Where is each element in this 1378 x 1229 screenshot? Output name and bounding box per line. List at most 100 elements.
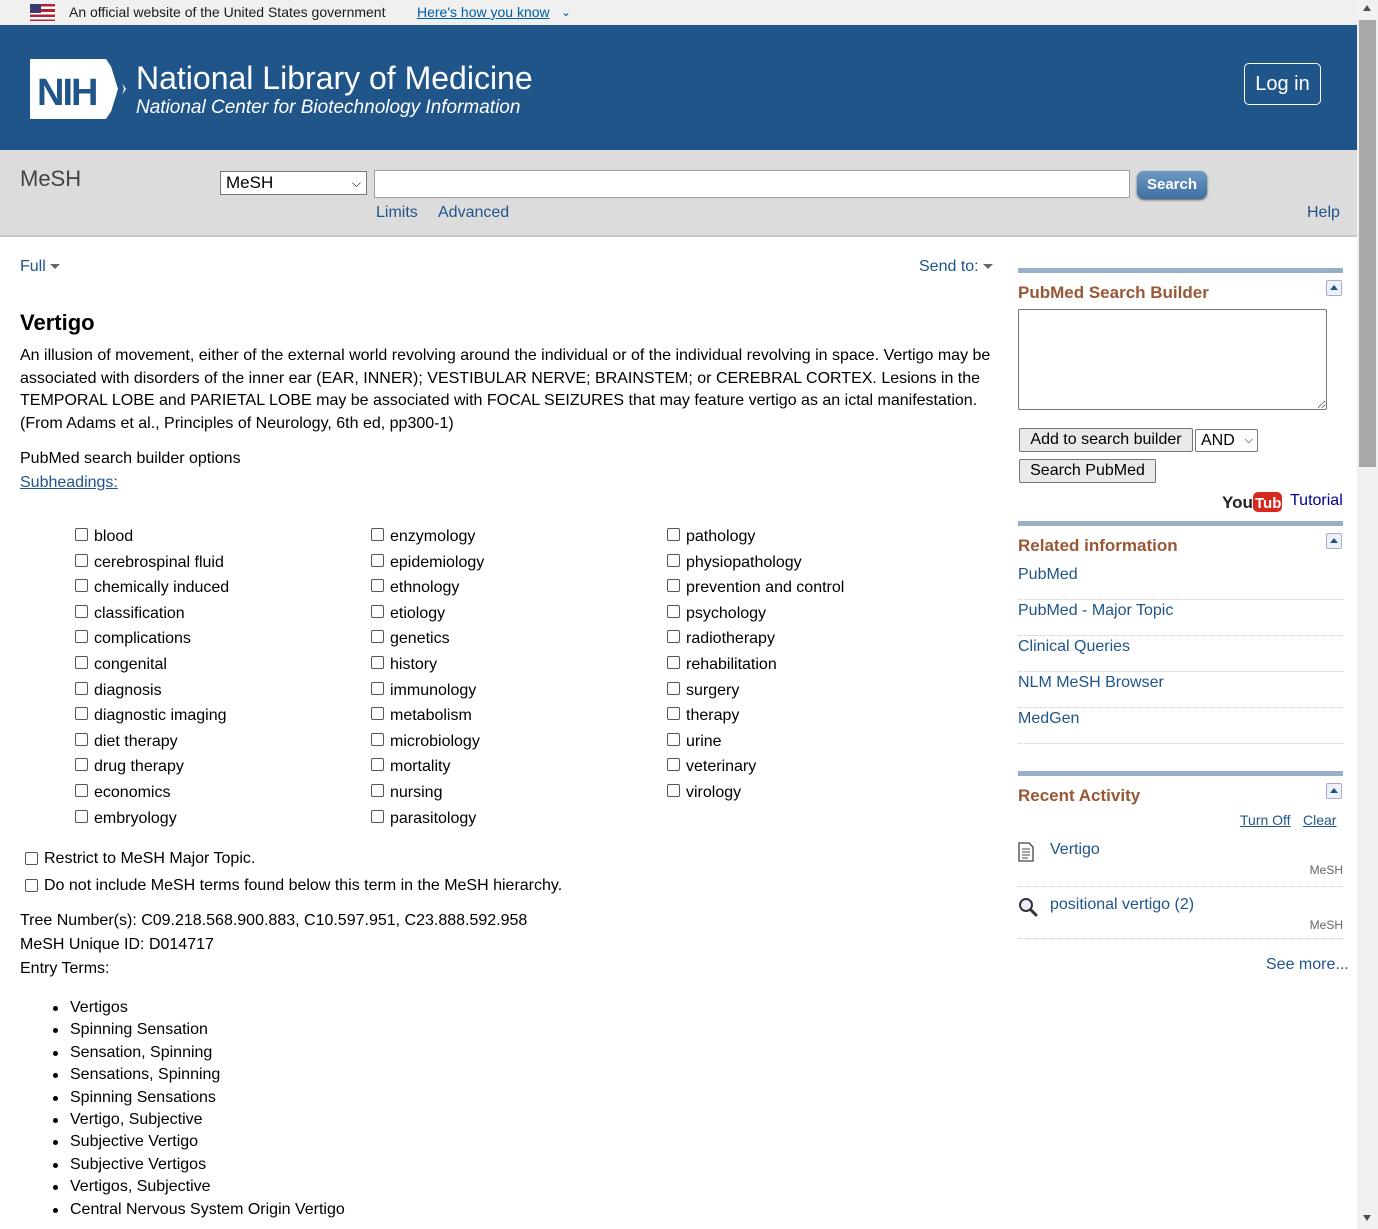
related-link-mesh-browser[interactable]: NLM MeSH Browser: [1018, 672, 1343, 708]
subheading-item[interactable]: enzymology: [371, 526, 484, 552]
login-button[interactable]: Log in: [1244, 63, 1321, 105]
subheading-item[interactable]: economics: [75, 782, 229, 808]
subheadings-link[interactable]: Subheadings:: [20, 474, 118, 492]
collapse-icon[interactable]: [1326, 533, 1342, 549]
checkbox[interactable]: [371, 528, 384, 541]
subheading-item[interactable]: diagnostic imaging: [75, 705, 229, 731]
checkbox[interactable]: [371, 809, 384, 823]
recent-item[interactable]: positional vertigo (2) MeSH: [1018, 896, 1343, 939]
checkbox[interactable]: [371, 630, 384, 644]
checkbox[interactable]: [75, 732, 88, 746]
subheading-item[interactable]: metabolism: [371, 705, 484, 731]
send-to-dropdown[interactable]: Send to:: [919, 258, 993, 276]
no-explode-option[interactable]: Do not include MeSH terms found below th…: [25, 877, 562, 895]
checkbox[interactable]: [371, 758, 384, 772]
see-more-link[interactable]: See more...: [1266, 956, 1349, 974]
checkbox[interactable]: [371, 732, 384, 746]
turn-off-link[interactable]: Turn Off: [1240, 812, 1291, 828]
subheading-item[interactable]: immunology: [371, 680, 484, 706]
site-title[interactable]: National Library of Medicine: [136, 59, 533, 97]
checkbox[interactable]: [667, 681, 680, 695]
checkbox[interactable]: [667, 579, 680, 593]
subheading-item[interactable]: urine: [667, 731, 844, 757]
chevron-down-icon[interactable]: ⌄: [561, 0, 571, 25]
advanced-link[interactable]: Advanced: [438, 204, 509, 222]
site-subtitle[interactable]: National Center for Biotechnology Inform…: [136, 96, 520, 120]
nih-logo-icon[interactable]: NIH: [30, 59, 126, 119]
gov-banner-link[interactable]: Here's how you know: [417, 0, 550, 25]
related-link-medgen[interactable]: MedGen: [1018, 708, 1343, 744]
scroll-down-icon[interactable]: [1363, 1215, 1371, 1221]
checkbox[interactable]: [667, 604, 680, 618]
subheading-item[interactable]: blood: [75, 526, 229, 552]
checkbox[interactable]: [75, 809, 88, 823]
help-link[interactable]: Help: [1307, 204, 1340, 222]
subheading-item[interactable]: radiotherapy: [667, 628, 844, 654]
recent-item-link[interactable]: positional vertigo (2): [1050, 896, 1194, 914]
search-input[interactable]: [374, 170, 1130, 198]
recent-item[interactable]: Vertigo MeSH: [1018, 841, 1343, 887]
subheading-item[interactable]: epidemiology: [371, 552, 484, 578]
restrict-major-option[interactable]: Restrict to MeSH Major Topic.: [25, 850, 255, 868]
checkbox[interactable]: [667, 630, 680, 644]
collapse-icon[interactable]: [1326, 783, 1342, 799]
subheading-item[interactable]: history: [371, 654, 484, 680]
checkbox[interactable]: [75, 783, 88, 797]
recent-item-link[interactable]: Vertigo: [1050, 841, 1100, 859]
database-select[interactable]: MeSH ⌵: [220, 171, 367, 195]
subheading-item[interactable]: microbiology: [371, 731, 484, 757]
subheading-item[interactable]: complications: [75, 628, 229, 654]
subheading-item[interactable]: parasitology: [371, 808, 484, 834]
subheading-item[interactable]: cerebrospinal fluid: [75, 552, 229, 578]
scrollbar-thumb[interactable]: [1359, 20, 1376, 467]
subheading-item[interactable]: therapy: [667, 705, 844, 731]
checkbox[interactable]: [75, 579, 88, 593]
checkbox[interactable]: [75, 553, 88, 567]
limits-link[interactable]: Limits: [376, 204, 418, 222]
subheading-item[interactable]: etiology: [371, 603, 484, 629]
checkbox[interactable]: [667, 553, 680, 567]
checkbox[interactable]: [75, 681, 88, 695]
related-link-major-topic[interactable]: PubMed - Major Topic: [1018, 600, 1343, 636]
restrict-major-checkbox[interactable]: [25, 852, 38, 865]
checkbox[interactable]: [371, 783, 384, 797]
youtube-icon[interactable]: You Tube: [1222, 492, 1282, 512]
clear-link[interactable]: Clear: [1303, 812, 1336, 828]
subheading-item[interactable]: drug therapy: [75, 756, 229, 782]
checkbox[interactable]: [371, 655, 384, 669]
checkbox[interactable]: [75, 758, 88, 772]
subheading-item[interactable]: diet therapy: [75, 731, 229, 757]
subheading-item[interactable]: diagnosis: [75, 680, 229, 706]
subheading-item[interactable]: genetics: [371, 628, 484, 654]
checkbox[interactable]: [667, 758, 680, 772]
collapse-icon[interactable]: [1326, 280, 1342, 296]
subheading-item[interactable]: psychology: [667, 603, 844, 629]
subheading-item[interactable]: chemically induced: [75, 577, 229, 603]
related-link-pubmed[interactable]: PubMed: [1018, 564, 1343, 600]
checkbox[interactable]: [75, 655, 88, 669]
checkbox[interactable]: [667, 655, 680, 669]
search-button[interactable]: Search: [1137, 171, 1207, 199]
subheading-item[interactable]: classification: [75, 603, 229, 629]
related-link-clinical-queries[interactable]: Clinical Queries: [1018, 636, 1343, 672]
subheading-item[interactable]: congenital: [75, 654, 229, 680]
subheading-item[interactable]: embryology: [75, 808, 229, 834]
subheading-item[interactable]: mortality: [371, 756, 484, 782]
subheading-item[interactable]: rehabilitation: [667, 654, 844, 680]
operator-select[interactable]: AND ⌵: [1195, 429, 1258, 452]
checkbox[interactable]: [371, 604, 384, 618]
format-dropdown[interactable]: Full: [20, 258, 60, 276]
add-to-builder-button[interactable]: Add to search builder: [1019, 428, 1193, 452]
checkbox[interactable]: [667, 707, 680, 721]
checkbox[interactable]: [371, 681, 384, 695]
checkbox[interactable]: [371, 579, 384, 593]
checkbox[interactable]: [75, 528, 88, 541]
no-explode-checkbox[interactable]: [25, 879, 38, 892]
checkbox[interactable]: [667, 783, 680, 797]
subheading-item[interactable]: prevention and control: [667, 577, 844, 603]
subheading-item[interactable]: veterinary: [667, 756, 844, 782]
subheading-item[interactable]: surgery: [667, 680, 844, 706]
checkbox[interactable]: [75, 707, 88, 721]
checkbox[interactable]: [75, 630, 88, 644]
subheading-item[interactable]: nursing: [371, 782, 484, 808]
